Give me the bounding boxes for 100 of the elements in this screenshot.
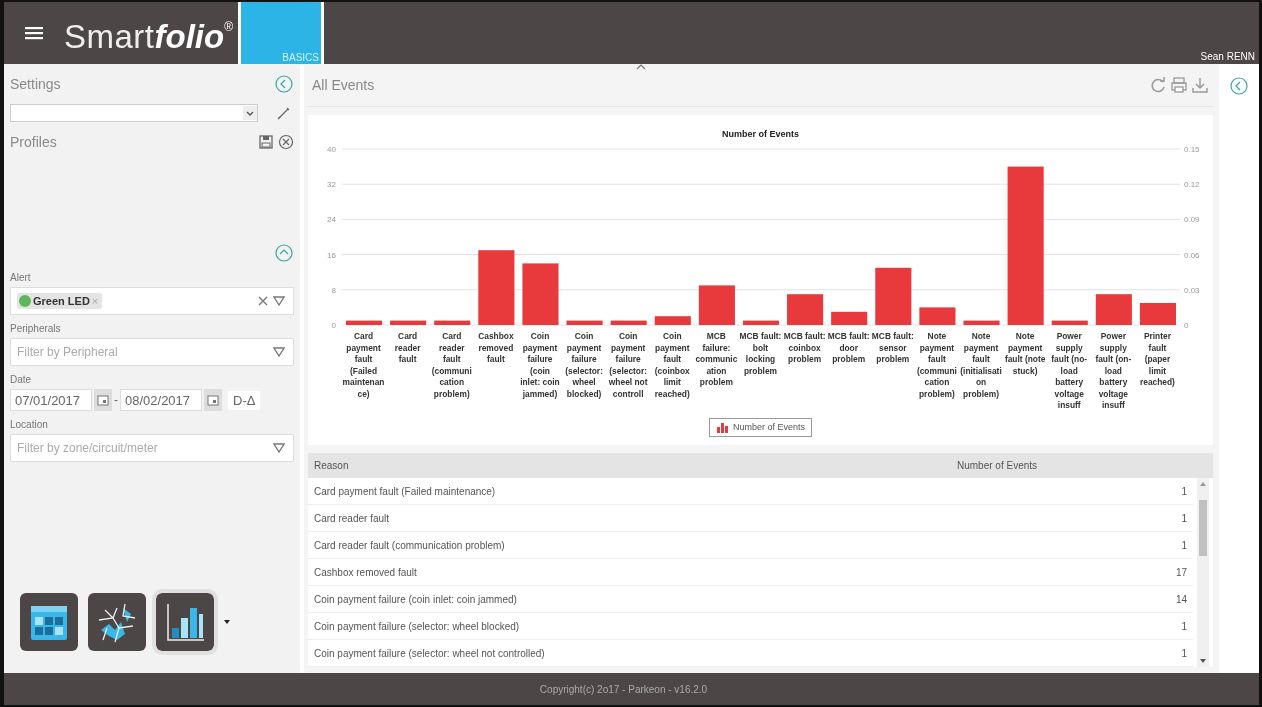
axis-label: 8	[331, 285, 336, 295]
axis-label: 0.03	[1183, 285, 1200, 295]
bar	[389, 320, 426, 325]
axis-label: 16	[326, 250, 336, 260]
chart-title: Number of Events	[722, 129, 799, 139]
delta-button[interactable]: D-Δ	[228, 390, 261, 410]
date-field[interactable]: 07/01/2017	[10, 389, 92, 411]
axis-label: 0.06	[1183, 250, 1200, 260]
print-icon[interactable]	[1170, 76, 1188, 94]
copyright-text: Copyright(c) 2o17 - Parkeon - v16.2.0	[539, 683, 708, 695]
bar	[654, 316, 691, 325]
bar	[521, 263, 559, 325]
bar	[830, 311, 867, 325]
category-label: Card payment fault (Failed maintenance)	[341, 331, 386, 401]
calendar-button[interactable]	[204, 389, 222, 411]
collapse-icon[interactable]	[1229, 76, 1249, 96]
table-cell-text: 1	[1180, 620, 1187, 632]
table-cell-text: Coin payment failure (selector: wheel not controlled)	[314, 647, 546, 659]
column-header[interactable]: Number of Events	[957, 459, 1207, 471]
field-label: Location	[10, 419, 49, 430]
calendar-icon	[97, 394, 109, 406]
collapse-header-icon[interactable]	[636, 64, 646, 70]
bar	[698, 285, 735, 325]
category-label: MCB fault: sensor problem	[870, 331, 915, 366]
category-label: MCB fault: bolt locking problem	[738, 331, 783, 378]
field-label: Alert	[10, 272, 32, 283]
dropdown-icon[interactable]	[273, 347, 285, 357]
logo: Smartfolio®	[64, 17, 234, 56]
calendar-icon	[207, 394, 219, 406]
collapse-icon[interactable]	[274, 74, 294, 94]
category-label: Printer fault (paper limit reached)	[1138, 331, 1176, 389]
close-icon[interactable]	[278, 134, 294, 150]
dropdown-icon[interactable]	[273, 296, 285, 306]
expand-icon[interactable]	[274, 243, 294, 263]
view-button[interactable]	[20, 593, 78, 651]
bar	[742, 320, 779, 325]
refresh-icon[interactable]	[1149, 76, 1167, 94]
category-label: Card reader fault	[393, 331, 422, 366]
category-label: Power supply fault (on-load battery voltage insuff	[1094, 331, 1133, 412]
category-label: Coin payment fault (coinbox limit reached)	[653, 331, 691, 401]
dropdown-icon	[243, 106, 257, 120]
panel-title: All Events	[312, 77, 375, 93]
category-label: Coin payment failure (selector: wheel blocked)	[564, 331, 604, 401]
table-cell-text: Card reader fault (communication problem)	[314, 539, 506, 551]
axis-label: 0	[331, 321, 336, 330]
clear-icon[interactable]	[258, 296, 268, 306]
tag-field[interactable]: Green LED ×	[10, 287, 294, 315]
table-cell-text: 1	[1180, 539, 1187, 551]
category-label: Coin payment failure (coin inlet: coin jammed)	[519, 331, 561, 401]
column-header[interactable]: Reason	[314, 459, 957, 471]
chart-legend[interactable]: Number of Events	[709, 417, 812, 437]
bar	[786, 294, 823, 325]
table-cell-text: 1	[1180, 512, 1187, 524]
category-label: Card reader fault (communication problem)	[430, 331, 473, 401]
date-field[interactable]: 08/02/2017	[120, 389, 202, 411]
table-cell-text: 14	[1174, 593, 1187, 605]
category-label: Power supply fault (no-load battery voltage insuff	[1050, 331, 1089, 412]
bar	[345, 320, 382, 325]
edition-tile: BASICS	[238, 2, 324, 64]
axis-label: 0.12	[1183, 180, 1200, 190]
bar	[1095, 294, 1132, 325]
table-cell-text: Cashbox removed fault	[314, 566, 418, 578]
scrollbar[interactable]	[1197, 478, 1209, 667]
bar	[874, 267, 911, 325]
user-name[interactable]: Sean RENN	[1200, 51, 1259, 64]
calendar-button[interactable]	[94, 389, 112, 411]
dropdown-icon[interactable]	[273, 443, 285, 453]
table-cell-text: 1	[1180, 647, 1187, 659]
bar	[433, 320, 470, 325]
axis-label: 32	[326, 180, 336, 190]
axis-label: 0	[1183, 321, 1188, 330]
table-cell-text: Coin payment failure (selector: wheel blocked)	[314, 620, 521, 632]
date-separator: -	[114, 393, 118, 407]
category-label: MCB fault: coinbox problem	[782, 331, 827, 366]
table-cell-text: Card payment fault (Failed maintenance)	[314, 485, 497, 497]
bar	[918, 307, 955, 325]
category-label: Cashbox removed fault	[477, 331, 515, 366]
axis-label: 0.09	[1183, 215, 1200, 225]
field-label: Peripherals	[10, 323, 62, 334]
axis-label: 24	[326, 215, 336, 225]
download-icon[interactable]	[1191, 76, 1209, 94]
bar	[962, 320, 1000, 325]
menu-icon[interactable]	[25, 26, 43, 40]
section-title: Profiles	[10, 134, 57, 150]
table-cell-text: 1	[1180, 485, 1187, 497]
category-label: Note payment fault (communication problem)	[915, 331, 958, 401]
table-cell-text: 17	[1174, 566, 1187, 578]
save-icon[interactable]	[259, 135, 273, 149]
bar	[566, 320, 603, 325]
bar-chart-icon	[716, 421, 728, 433]
category-label: MCB failure: communication problem	[694, 331, 739, 389]
panel-title: Settings	[10, 76, 61, 92]
table-cell-text: Card reader fault	[314, 512, 391, 524]
category-label: Note payment fault (note stuck)	[1003, 331, 1047, 378]
caret-icon[interactable]	[224, 620, 230, 624]
tag-chip[interactable]: Green LED ×	[17, 293, 103, 309]
field-label: Date	[10, 374, 33, 385]
axis-label: 0.15	[1183, 145, 1200, 154]
bar	[1051, 320, 1088, 325]
view-button[interactable]	[88, 593, 146, 651]
